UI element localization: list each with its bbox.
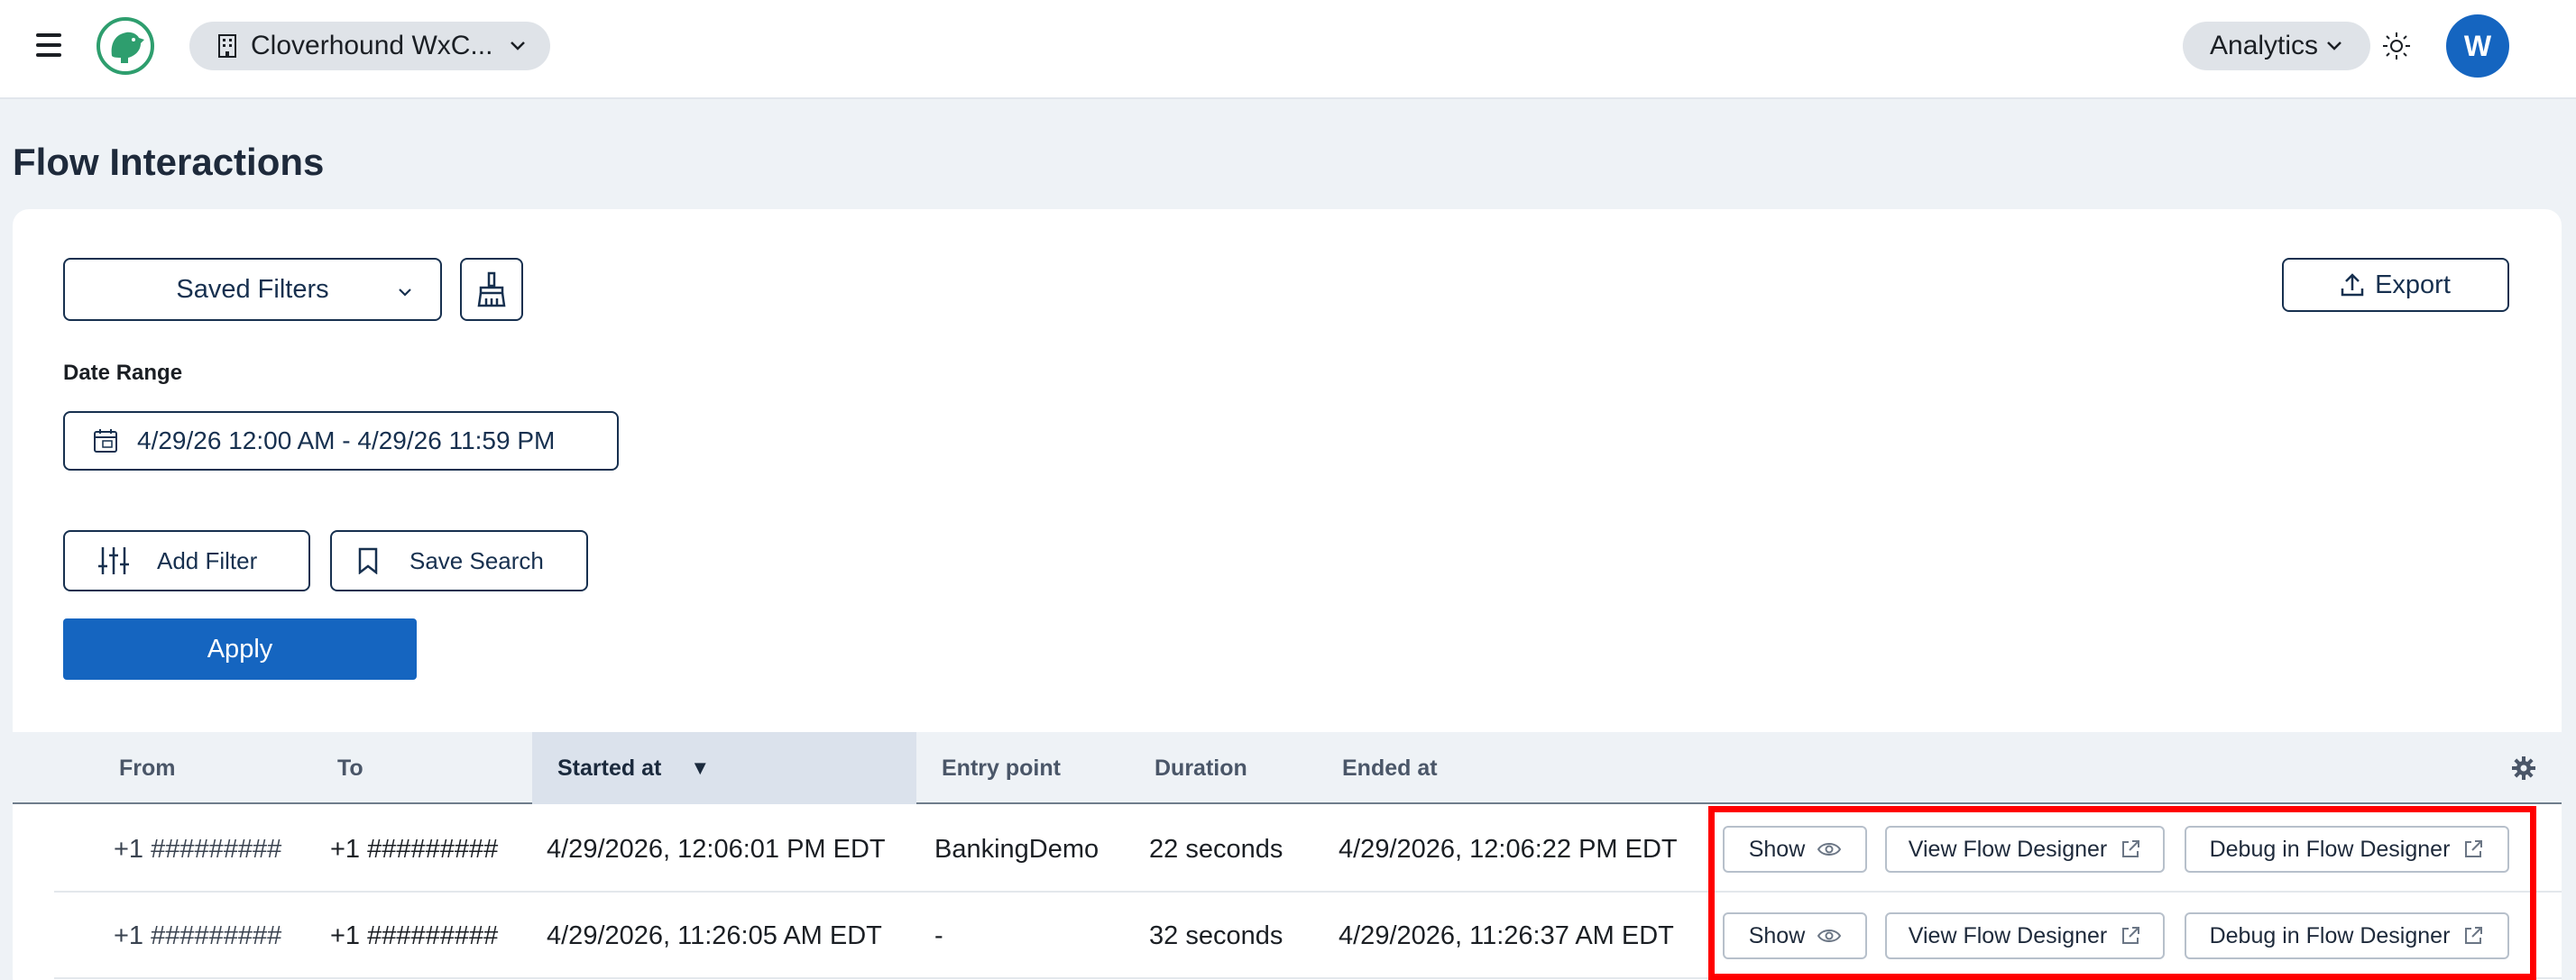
table-row: +1 ######### +1 ######### 4/29/2026, 12:… bbox=[54, 806, 2562, 893]
table-header: From To Started at ▼ Entry point Duratio… bbox=[13, 732, 2562, 804]
column-header-entry-point[interactable]: Entry point bbox=[942, 732, 1061, 804]
eye-icon bbox=[1817, 930, 1842, 942]
view-flow-designer-label: View Flow Designer bbox=[1908, 836, 2108, 862]
external-link-icon bbox=[2122, 927, 2140, 944]
debug-in-flow-designer-button[interactable]: Debug in Flow Designer bbox=[2185, 826, 2509, 873]
debug-in-flow-designer-label: Debug in Flow Designer bbox=[2209, 836, 2451, 862]
cell-started-at: 4/29/2026, 12:06:01 PM EDT bbox=[547, 834, 886, 864]
org-selector[interactable]: Cloverhound WxC... bbox=[189, 22, 550, 70]
column-header-duration[interactable]: Duration bbox=[1155, 732, 1247, 804]
sort-desc-icon: ▼ bbox=[690, 756, 711, 779]
external-link-icon bbox=[2122, 840, 2140, 857]
date-range-picker[interactable]: 4/29/26 12:00 AM - 4/29/26 11:59 PM bbox=[63, 411, 619, 471]
started-at-label: Started at bbox=[557, 755, 662, 781]
view-flow-designer-button[interactable]: View Flow Designer bbox=[1885, 912, 2165, 959]
analytics-label: Analytics bbox=[2210, 31, 2319, 60]
export-label: Export bbox=[2375, 270, 2451, 299]
filter-card: Saved Filters Export Date Range 4/29/26 … bbox=[13, 209, 2562, 980]
chevron-down-icon bbox=[399, 289, 411, 297]
org-name: Cloverhound WxC... bbox=[251, 31, 493, 60]
saved-filters-dropdown[interactable]: Saved Filters bbox=[63, 258, 442, 321]
debug-in-flow-designer-button[interactable]: Debug in Flow Designer bbox=[2185, 912, 2509, 959]
show-label: Show bbox=[1748, 836, 1806, 862]
calendar-icon bbox=[94, 429, 117, 453]
eye-icon bbox=[1817, 843, 1842, 856]
saved-filters-label: Saved Filters bbox=[176, 274, 329, 304]
save-search-button[interactable]: Save Search bbox=[330, 530, 588, 591]
show-label: Show bbox=[1748, 922, 1806, 948]
chevron-down-icon bbox=[511, 41, 526, 50]
show-button[interactable]: Show bbox=[1723, 826, 1867, 873]
column-header-ended-at[interactable]: Ended at bbox=[1342, 732, 1438, 804]
logo-icon[interactable] bbox=[96, 16, 155, 76]
bookmark-icon bbox=[358, 547, 378, 574]
cell-ended-at: 4/29/2026, 12:06:22 PM EDT bbox=[1339, 834, 1678, 864]
table-row: +1 ######### +1 ######### 4/29/2026, 11:… bbox=[54, 893, 2562, 979]
cell-entry-point: BankingDemo bbox=[934, 834, 1099, 864]
cell-duration: 32 seconds bbox=[1149, 920, 1283, 950]
debug-in-flow-designer-label: Debug in Flow Designer bbox=[2209, 922, 2451, 948]
cell-from: +1 ######### bbox=[114, 920, 282, 950]
add-filter-label: Add Filter bbox=[157, 546, 258, 574]
column-header-from[interactable]: From bbox=[119, 732, 176, 804]
save-search-label: Save Search bbox=[409, 546, 544, 574]
cell-duration: 22 seconds bbox=[1149, 834, 1283, 864]
building-icon bbox=[218, 34, 236, 58]
cell-from: +1 ######### bbox=[114, 834, 282, 864]
analytics-menu[interactable]: Analytics bbox=[2183, 22, 2370, 70]
external-link-icon bbox=[2465, 927, 2483, 944]
theme-toggle-sun-icon[interactable] bbox=[2381, 31, 2412, 61]
external-link-icon bbox=[2465, 840, 2483, 857]
sliders-icon bbox=[98, 547, 129, 574]
show-button[interactable]: Show bbox=[1723, 912, 1867, 959]
page-title: Flow Interactions bbox=[13, 141, 325, 183]
clear-filters-button[interactable] bbox=[460, 258, 523, 321]
add-filter-button[interactable]: Add Filter bbox=[63, 530, 310, 591]
upload-icon bbox=[2341, 273, 2364, 297]
broom-icon bbox=[477, 271, 506, 307]
date-range-value: 4/29/26 12:00 AM - 4/29/26 11:59 PM bbox=[137, 426, 556, 454]
date-range-label: Date Range bbox=[63, 361, 183, 385]
gear-icon[interactable] bbox=[2511, 756, 2536, 781]
cell-to: +1 ######### bbox=[330, 834, 499, 864]
apply-button[interactable]: Apply bbox=[63, 618, 417, 680]
export-button[interactable]: Export bbox=[2282, 258, 2509, 312]
cell-started-at: 4/29/2026, 11:26:05 AM EDT bbox=[547, 920, 882, 950]
menu-icon[interactable] bbox=[36, 33, 61, 57]
chevron-down-icon bbox=[2327, 41, 2341, 50]
column-header-to[interactable]: To bbox=[337, 732, 363, 804]
user-avatar[interactable]: W bbox=[2446, 14, 2509, 78]
cell-ended-at: 4/29/2026, 11:26:37 AM EDT bbox=[1339, 920, 1674, 950]
top-bar: Cloverhound WxC... Analytics W bbox=[0, 0, 2576, 99]
view-flow-designer-button[interactable]: View Flow Designer bbox=[1885, 826, 2165, 873]
cell-entry-point: - bbox=[934, 920, 943, 950]
cell-to: +1 ######### bbox=[330, 920, 499, 950]
view-flow-designer-label: View Flow Designer bbox=[1908, 922, 2108, 948]
column-header-started-at[interactable]: Started at ▼ bbox=[532, 732, 916, 804]
